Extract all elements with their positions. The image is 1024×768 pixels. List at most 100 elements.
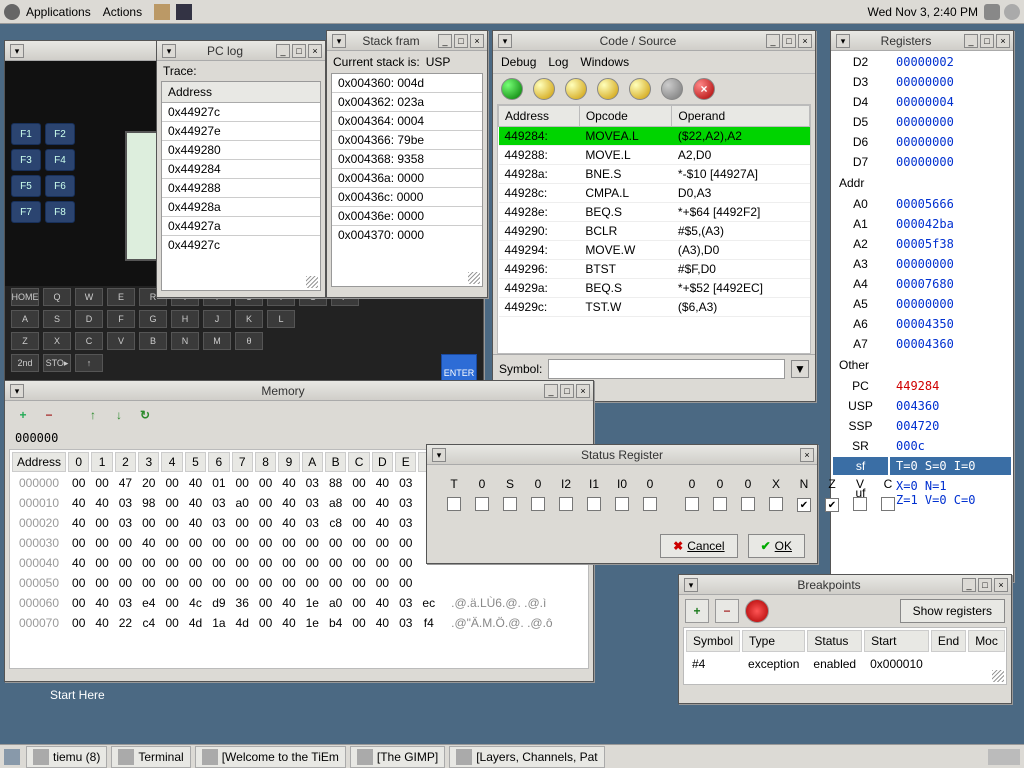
bp-col[interactable]: Status xyxy=(807,630,862,652)
calc-key[interactable]: 2nd xyxy=(11,354,39,372)
col-operand[interactable]: Operand xyxy=(672,106,810,127)
sr-checkbox[interactable] xyxy=(615,497,629,511)
col-address[interactable]: Address xyxy=(499,106,580,127)
memory-titlebar[interactable]: ▾ Memory _ □ × xyxy=(5,381,593,401)
calc-key[interactable]: HOME xyxy=(11,288,39,306)
register-row[interactable]: A1000042ba xyxy=(833,215,1011,233)
mem-row[interactable]: 000050000000000000000000000000000000 xyxy=(12,574,557,592)
sr-checkbox[interactable] xyxy=(825,498,839,512)
taskbar-task[interactable]: [The GIMP] xyxy=(350,746,445,768)
stack-titlebar[interactable]: ▾ Stack fram _ □ × xyxy=(327,31,487,51)
register-row[interactable]: A200005f38 xyxy=(833,235,1011,253)
pclog-row[interactable]: 0x44927c xyxy=(162,103,320,121)
calc-key[interactable]: ↑ xyxy=(75,354,103,372)
sr-checkbox[interactable] xyxy=(685,497,699,511)
sr-checkbox[interactable] xyxy=(447,497,461,511)
fkey[interactable]: F8 xyxy=(45,201,75,223)
close-button[interactable]: × xyxy=(470,34,484,48)
pclog-row[interactable]: 0x44927e xyxy=(162,121,320,140)
add-bp-icon[interactable]: + xyxy=(685,599,709,623)
minimize-button[interactable]: _ xyxy=(964,34,978,48)
close-button[interactable]: × xyxy=(996,34,1010,48)
mem-row[interactable]: 000070004022c4004d1a4d00401eb4004003f4.@… xyxy=(12,614,557,632)
calc-key[interactable]: V xyxy=(107,332,135,350)
workspace-switcher[interactable] xyxy=(988,749,1020,765)
fkey[interactable]: F3 xyxy=(11,149,41,171)
close-button[interactable]: × xyxy=(308,44,322,58)
pclog-titlebar[interactable]: ▾ PC log _ □ × xyxy=(157,41,325,61)
close-button[interactable]: × xyxy=(994,578,1008,592)
fkey[interactable]: F4 xyxy=(45,149,75,171)
cancel-button[interactable]: ✖Cancel xyxy=(660,534,737,558)
stop-icon[interactable]: × xyxy=(693,78,715,100)
calc-key[interactable]: STO▸ xyxy=(43,354,71,372)
sr-checkbox[interactable] xyxy=(531,497,545,511)
code-row[interactable]: 449290:BCLR#$5,(A3) xyxy=(499,222,810,241)
bp-col[interactable]: End xyxy=(931,630,966,652)
sr-checkbox[interactable] xyxy=(587,497,601,511)
register-row[interactable]: A600004350 xyxy=(833,315,1011,333)
symbol-input[interactable] xyxy=(548,359,785,379)
mem-col[interactable]: D xyxy=(372,452,393,472)
code-titlebar[interactable]: ▾ Code / Source _ □ × xyxy=(493,31,815,51)
sr-checkbox[interactable] xyxy=(881,497,895,511)
code-row[interactable]: 44928a:BNE.S*-$10 [44927A] xyxy=(499,165,810,184)
bp-list[interactable]: SymbolTypeStatusStartEndMoc #4exceptione… xyxy=(683,627,1007,685)
calc-key[interactable]: θ xyxy=(235,332,263,350)
code-row[interactable]: 44929c:TST.W($6,A3) xyxy=(499,298,810,317)
calc-key[interactable]: Q xyxy=(43,288,71,306)
calc-key[interactable]: Z xyxy=(11,332,39,350)
up-icon[interactable]: ↑ xyxy=(83,405,103,425)
maximize-button[interactable]: □ xyxy=(978,578,992,592)
fkey[interactable]: F6 xyxy=(45,175,75,197)
bp-titlebar[interactable]: ▾ Breakpoints _ □ × xyxy=(679,575,1011,595)
add-icon[interactable]: + xyxy=(13,405,33,425)
calc-key[interactable]: C xyxy=(75,332,103,350)
remove-bp-icon[interactable]: − xyxy=(715,599,739,623)
col-opcode[interactable]: Opcode xyxy=(579,106,672,127)
minimize-button[interactable]: _ xyxy=(766,34,780,48)
mem-col[interactable]: 0 xyxy=(68,452,89,472)
taskbar-task[interactable]: [Layers, Channels, Pat xyxy=(449,746,604,768)
taskbar-task[interactable]: Terminal xyxy=(111,746,190,768)
menu-debug[interactable]: Debug xyxy=(501,55,536,69)
code-list[interactable]: Address Opcode Operand 449284:MOVEA.L($2… xyxy=(497,104,811,354)
register-row[interactable]: D400000004 xyxy=(833,93,1011,111)
calc-key[interactable]: G xyxy=(139,310,167,328)
fkey[interactable]: F1 xyxy=(11,123,41,145)
pclog-row[interactable]: 0x44927a xyxy=(162,216,320,235)
calc-key[interactable]: A xyxy=(11,310,39,328)
resize-grip-icon[interactable] xyxy=(468,272,480,284)
maximize-button[interactable]: □ xyxy=(560,384,574,398)
mem-col[interactable]: 8 xyxy=(255,452,276,472)
pclog-row[interactable]: 0x449288 xyxy=(162,178,320,197)
run-to-icon[interactable] xyxy=(629,78,651,100)
calc-key[interactable]: K xyxy=(235,310,263,328)
window-menu-icon[interactable]: ▾ xyxy=(684,578,698,592)
maximize-button[interactable]: □ xyxy=(980,34,994,48)
close-button[interactable]: × xyxy=(576,384,590,398)
step-out-icon[interactable] xyxy=(597,78,619,100)
mem-col[interactable]: 9 xyxy=(278,452,299,472)
maximize-button[interactable]: □ xyxy=(782,34,796,48)
menu-log[interactable]: Log xyxy=(548,55,568,69)
calc-key[interactable]: N xyxy=(171,332,199,350)
maximize-button[interactable]: □ xyxy=(454,34,468,48)
window-menu-icon[interactable]: ▾ xyxy=(498,34,512,48)
mem-col[interactable]: 1 xyxy=(91,452,112,472)
mem-col[interactable]: E xyxy=(395,452,416,472)
stack-row[interactable]: 0x004360: 004d xyxy=(332,74,482,92)
mem-col[interactable]: 4 xyxy=(161,452,182,472)
mem-col[interactable]: 3 xyxy=(138,452,159,472)
code-row[interactable]: 449294:MOVE.W(A3),D0 xyxy=(499,241,810,260)
pclog-row[interactable]: 0x44927c xyxy=(162,235,320,254)
close-button[interactable]: × xyxy=(800,448,814,462)
code-row[interactable]: 449288:MOVE.LA2,D0 xyxy=(499,146,810,165)
calc-key[interactable]: F xyxy=(107,310,135,328)
pclog-row[interactable]: 0x449280 xyxy=(162,140,320,159)
disable-bp-icon[interactable] xyxy=(745,599,769,623)
mem-col[interactable]: 5 xyxy=(185,452,206,472)
mem-col[interactable]: B xyxy=(325,452,346,472)
sr-checkbox[interactable] xyxy=(559,497,573,511)
mem-col[interactable]: A xyxy=(302,452,323,472)
